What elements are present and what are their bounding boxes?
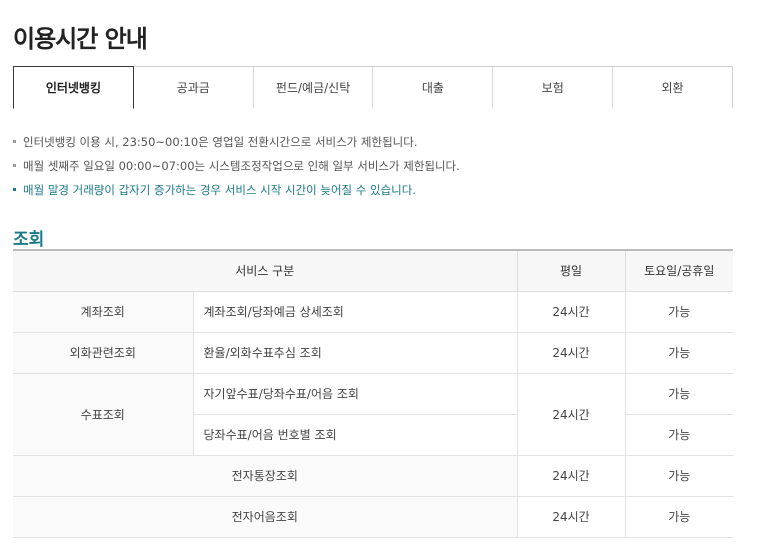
weekend-cell: 가능 bbox=[625, 414, 733, 456]
detail-cell: 환율/외화수표추심 조회 bbox=[193, 332, 518, 374]
weekday-cell: 24시간 bbox=[517, 455, 626, 497]
tab-foreign-exchange[interactable]: 외환 bbox=[613, 67, 733, 108]
weekend-cell: 가능 bbox=[625, 332, 733, 374]
header-service: 서비스 구분 bbox=[13, 249, 518, 292]
tab-bar: 인터넷뱅킹 공과금 펀드/예금/신탁 대출 보험 외환 bbox=[13, 66, 733, 109]
weekend-cell: 가능 bbox=[625, 373, 733, 415]
table-header-row: 서비스 구분 평일 토요일/공휴일 bbox=[13, 249, 733, 292]
category-cell: 외화관련조회 bbox=[13, 332, 194, 374]
category-cell: 전자통장조회 bbox=[13, 455, 518, 497]
table-row: 계좌조회 계좌조회/당좌예금 상세조회 24시간 가능 bbox=[13, 291, 733, 333]
weekday-cell: 24시간 bbox=[517, 496, 626, 538]
weekday-cell: 24시간 bbox=[517, 332, 626, 374]
header-weekend: 토요일/공휴일 bbox=[625, 249, 733, 292]
notice-item: 인터넷뱅킹 이용 시, 23:50~00:10은 영업일 전환시간으로 서비스가… bbox=[13, 130, 733, 154]
notice-item-highlight: 매월 말경 거래량이 갑자기 증가하는 경우 서비스 시작 시간이 늦어질 수 … bbox=[13, 178, 733, 202]
category-cell: 전자어음조회 bbox=[13, 496, 518, 538]
tab-utility-bills[interactable]: 공과금 bbox=[133, 67, 254, 108]
tab-insurance[interactable]: 보험 bbox=[493, 67, 614, 108]
tab-fund-deposit-trust[interactable]: 펀드/예금/신탁 bbox=[253, 67, 374, 108]
detail-cell: 계좌조회/당좌예금 상세조회 bbox=[193, 291, 518, 333]
weekday-cell: 24시간 bbox=[517, 373, 626, 456]
service-hours-table: 서비스 구분 평일 토요일/공휴일 계좌조회 계좌조회/당좌예금 상세조회 24… bbox=[13, 249, 733, 538]
table-row: 전자어음조회 24시간 가능 bbox=[13, 496, 733, 538]
header-weekday: 평일 bbox=[517, 249, 626, 292]
table-row: 수표조회 자기앞수표/당좌수표/어음 조회 24시간 가능 bbox=[13, 373, 733, 456]
weekend-cell: 가능 bbox=[625, 455, 733, 497]
category-cell: 수표조회 bbox=[13, 373, 194, 456]
weekday-cell: 24시간 bbox=[517, 291, 626, 333]
category-cell: 계좌조회 bbox=[13, 291, 194, 333]
weekend-cell: 가능 bbox=[625, 496, 733, 538]
tab-loan[interactable]: 대출 bbox=[373, 67, 494, 108]
notice-list: 인터넷뱅킹 이용 시, 23:50~00:10은 영업일 전환시간으로 서비스가… bbox=[13, 130, 733, 202]
detail-cell: 당좌수표/어음 번호별 조회 bbox=[193, 414, 518, 456]
detail-cell: 자기앞수표/당좌수표/어음 조회 bbox=[193, 373, 518, 415]
tab-internet-banking[interactable]: 인터넷뱅킹 bbox=[13, 66, 134, 109]
table-row: 외화관련조회 환율/외화수표추심 조회 24시간 가능 bbox=[13, 332, 733, 374]
table-row: 전자통장조회 24시간 가능 bbox=[13, 455, 733, 497]
page-title: 이용시간 안내 bbox=[13, 25, 148, 53]
notice-item: 매월 셋째주 일요일 00:00~07:00는 시스템조정작업으로 인해 일부 … bbox=[13, 154, 733, 178]
section-title: 조회 bbox=[13, 230, 45, 250]
weekend-cell: 가능 bbox=[625, 291, 733, 333]
